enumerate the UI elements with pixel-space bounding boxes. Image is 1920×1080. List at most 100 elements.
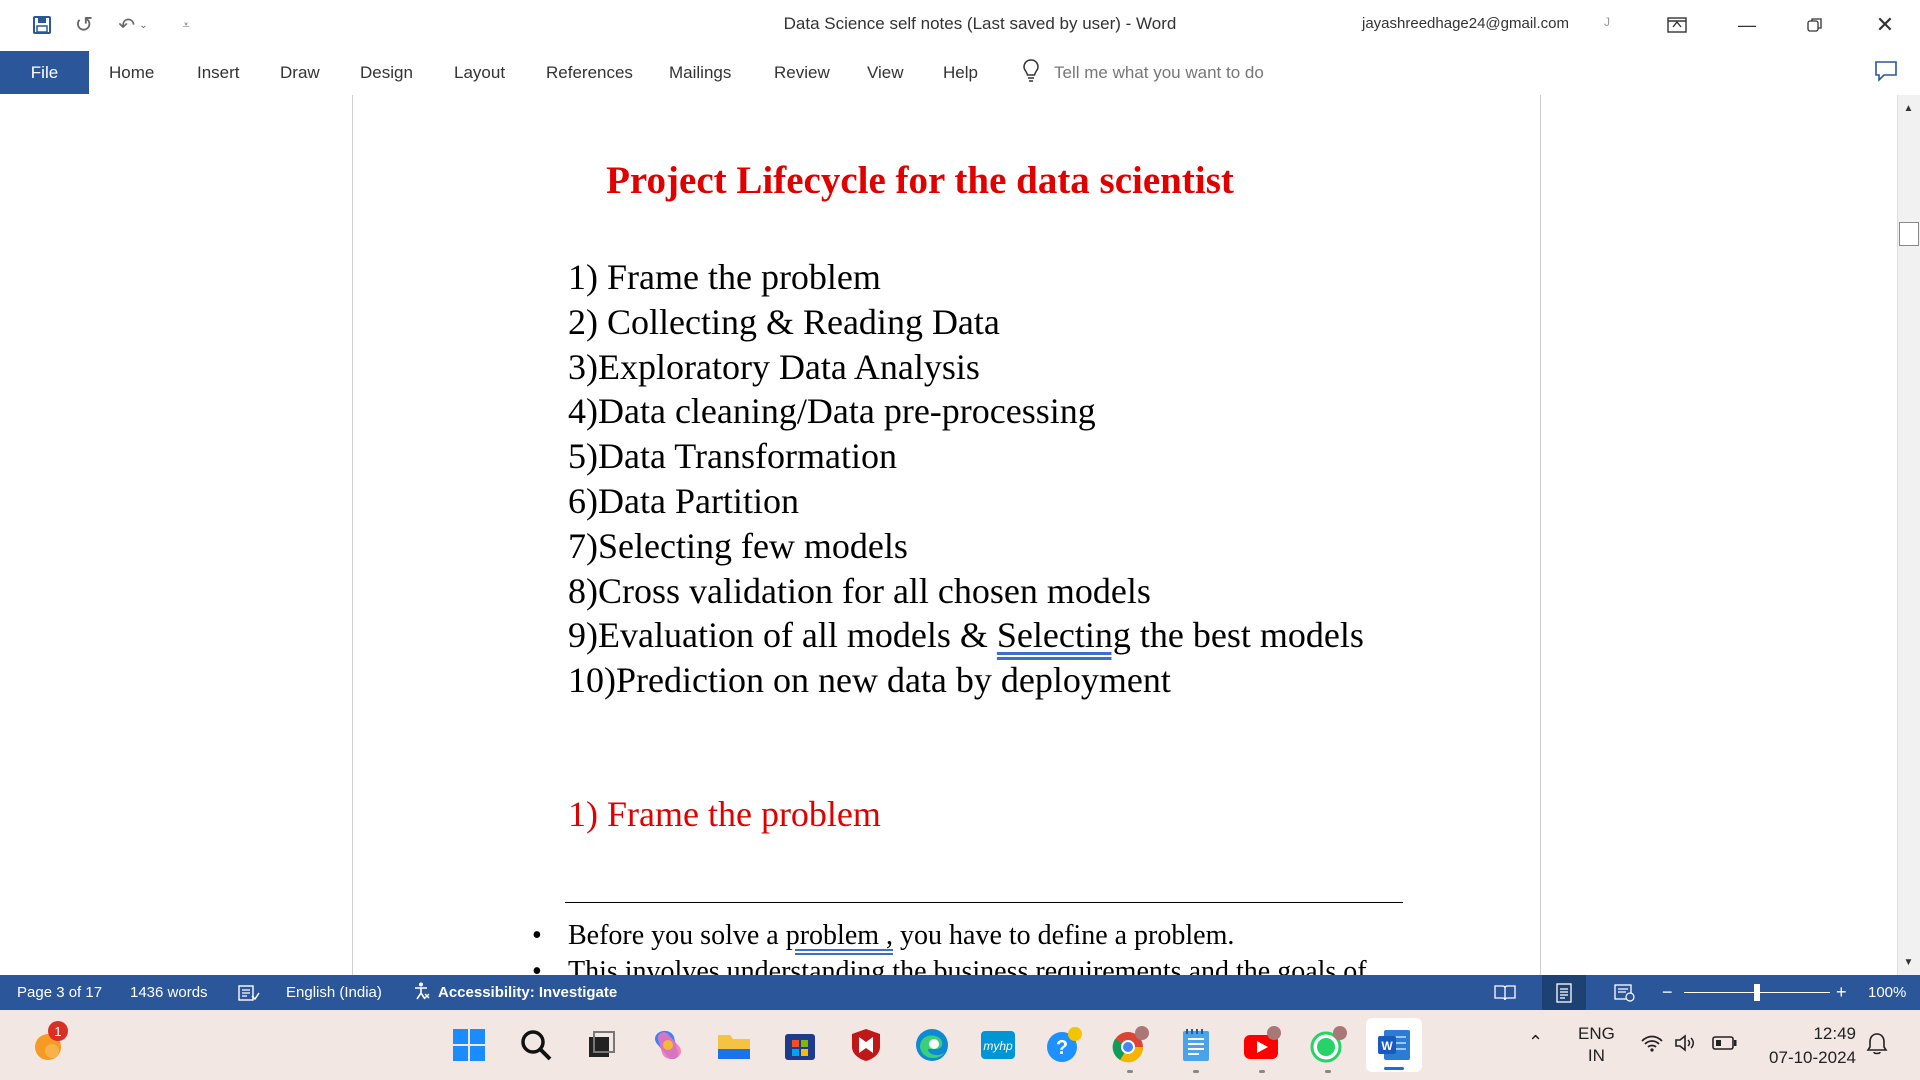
chrome-profile-icon[interactable] [1108, 1023, 1152, 1073]
tab-file[interactable]: File [0, 51, 89, 94]
microsoft-store-icon[interactable] [778, 1023, 822, 1067]
minimize-icon[interactable]: — [1724, 10, 1770, 40]
wifi-icon[interactable] [1640, 1033, 1664, 1058]
notepad-icon[interactable] [1174, 1023, 1218, 1073]
notification-badge: 1 [48, 1021, 68, 1041]
zoom-level[interactable]: 100% [1868, 975, 1906, 1010]
zoom-out-icon[interactable]: − [1662, 975, 1673, 1010]
scroll-down-icon[interactable]: ▼ [1897, 951, 1920, 973]
bullet-item: • This involves understanding the busines… [532, 956, 1367, 975]
show-hidden-icons-icon[interactable]: ⌃ [1528, 1032, 1543, 1053]
file-explorer-icon[interactable] [712, 1023, 756, 1067]
account-initial[interactable]: J [1604, 15, 1610, 29]
clock-date: 07-10-2024 [1769, 1048, 1856, 1067]
grammar-flagged-word[interactable]: Selecting [997, 615, 1131, 655]
undo-icon[interactable]: ↶ ⌄ [112, 12, 154, 38]
edge-browser-icon[interactable] [910, 1023, 954, 1067]
tab-view[interactable]: View [867, 51, 904, 94]
list-item: 9)Evaluation of all models & Selecting t… [568, 613, 1364, 658]
print-layout-icon[interactable] [1542, 975, 1586, 1010]
document-title: Data Science self notes (Last saved by u… [783, 14, 1177, 33]
word-count[interactable]: 1436 words [130, 975, 208, 1010]
tab-design[interactable]: Design [360, 51, 413, 94]
web-layout-icon[interactable] [1614, 975, 1636, 1010]
step9-text-after: the best models [1130, 615, 1364, 656]
page-right-edge [1540, 95, 1541, 975]
accessibility-icon [412, 981, 432, 1005]
volume-icon[interactable] [1674, 1033, 1698, 1058]
tab-home[interactable]: Home [109, 51, 154, 94]
save-icon[interactable] [28, 12, 56, 38]
tab-insert[interactable]: Insert [197, 51, 240, 94]
bullet-text-before: Before you solve a [568, 920, 786, 951]
svg-text:?: ? [1056, 1037, 1068, 1059]
running-indicator [1127, 1070, 1133, 1073]
autosave-refresh-icon[interactable]: ↺ [70, 12, 98, 38]
comments-icon[interactable] [1874, 60, 1898, 82]
list-item: 8)Cross validation for all chosen models [568, 570, 1151, 611]
search-icon[interactable] [514, 1023, 558, 1067]
mcafee-icon[interactable] [844, 1023, 888, 1067]
list-item: 5)Data Transformation [568, 436, 897, 477]
running-indicator [1259, 1070, 1265, 1073]
restore-icon[interactable] [1792, 10, 1838, 40]
proofing-icon[interactable] [238, 975, 260, 1010]
accessibility-checker[interactable]: Accessibility: Investigate [412, 975, 617, 1010]
tell-me-placeholder: Tell me what you want to do [1054, 62, 1264, 82]
tab-mailings[interactable]: Mailings [669, 51, 731, 94]
language-code: ENG [1578, 1024, 1615, 1043]
tab-review[interactable]: Review [774, 51, 830, 94]
start-windows-icon[interactable] [447, 1023, 491, 1067]
language-indicator[interactable]: English (India) [286, 975, 382, 1010]
youtube-icon[interactable] [1240, 1023, 1284, 1073]
section-heading: 1) Frame the problem [568, 794, 881, 834]
close-icon[interactable]: ✕ [1862, 10, 1908, 40]
running-indicator [1193, 1070, 1199, 1073]
tab-references[interactable]: References [546, 51, 633, 94]
ribbon-display-options-icon[interactable] [1654, 10, 1700, 40]
region-code: IN [1587, 1046, 1605, 1065]
zoom-slider-thumb[interactable] [1754, 984, 1760, 1001]
svg-text:W: W [1381, 1039, 1393, 1053]
list-item: 6)Data Partition [568, 480, 799, 521]
whatsapp-icon[interactable] [1306, 1023, 1350, 1073]
account-email[interactable]: jayashreedhage24@gmail.com [1362, 15, 1569, 32]
get-help-icon[interactable]: ? [1042, 1023, 1086, 1067]
horizontal-rule [565, 902, 1403, 903]
tab-layout[interactable]: Layout [454, 51, 505, 94]
list-item: 10)Prediction on new data by deployment [568, 660, 1171, 701]
scroll-up-icon[interactable]: ▲ [1897, 97, 1920, 119]
running-indicator [1325, 1070, 1331, 1073]
lightbulb-icon [1022, 58, 1040, 87]
tell-me-search[interactable]: Tell me what you want to do [1022, 51, 1264, 94]
tab-help[interactable]: Help [943, 51, 978, 94]
myhp-icon[interactable]: myhp [976, 1023, 1020, 1067]
copilot-icon[interactable] [646, 1023, 690, 1067]
page-count[interactable]: Page 3 of 17 [17, 975, 102, 1010]
list-item: 3)Exploratory Data Analysis [568, 346, 980, 387]
weather-widget-icon[interactable]: 1 [30, 1021, 70, 1065]
list-item: 7)Selecting few models [568, 525, 908, 566]
battery-icon[interactable] [1712, 1034, 1738, 1057]
input-language-indicator[interactable]: ENG IN [1578, 1023, 1615, 1067]
lifecycle-steps-list: 1) Frame the problem 2) Collecting & Rea… [568, 255, 1364, 703]
grammar-flagged-word[interactable]: problem , [786, 920, 893, 951]
list-item: 1) Frame the problem [568, 257, 881, 297]
bullet-icon: • [532, 920, 542, 951]
scrollbar-thumb[interactable] [1899, 222, 1919, 246]
system-clock[interactable]: 12:49 07-10-2024 [1752, 1022, 1856, 1070]
word-taskbar-icon[interactable]: W [1366, 1018, 1422, 1072]
bullet-text: This involves understanding the business… [568, 956, 1367, 975]
title-bar: ↺ ↶ ⌄ ⩡ Data Science self notes (Last sav… [0, 0, 1920, 95]
customize-qat-icon[interactable]: ⩡ [176, 12, 196, 38]
active-app-indicator [1384, 1067, 1404, 1070]
zoom-in-icon[interactable]: + [1836, 975, 1847, 1010]
tab-draw[interactable]: Draw [280, 51, 320, 94]
read-mode-icon[interactable] [1494, 975, 1516, 1010]
task-view-icon[interactable] [579, 1023, 623, 1067]
bullet-item: • Before you solve a problem , you have t… [532, 920, 1234, 952]
notification-bell-icon[interactable] [1866, 1032, 1888, 1061]
svg-text:myhp: myhp [983, 1039, 1013, 1053]
list-item: 4)Data cleaning/Data pre-processing [568, 391, 1096, 432]
windows-taskbar [0, 1010, 1920, 1080]
